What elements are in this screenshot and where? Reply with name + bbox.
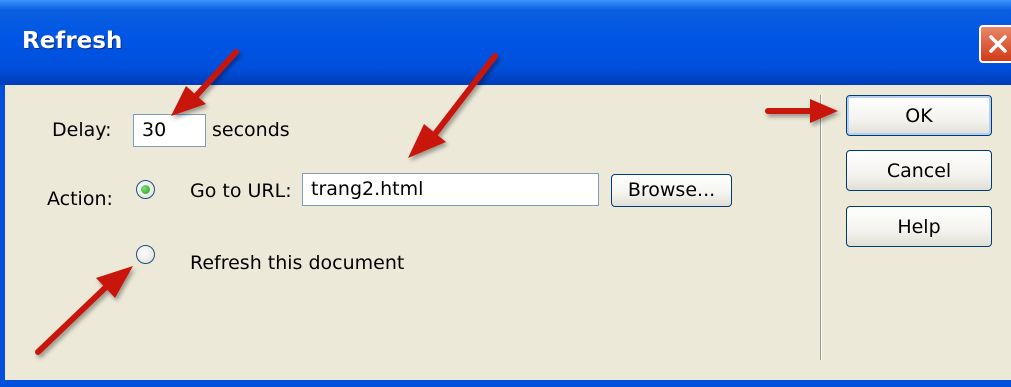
red-arrow-icon [35,266,133,355]
red-arrow-icon [408,53,498,158]
red-arrow-icon [765,99,838,123]
red-arrow-icon [171,49,239,116]
annotation-arrows [35,49,838,355]
